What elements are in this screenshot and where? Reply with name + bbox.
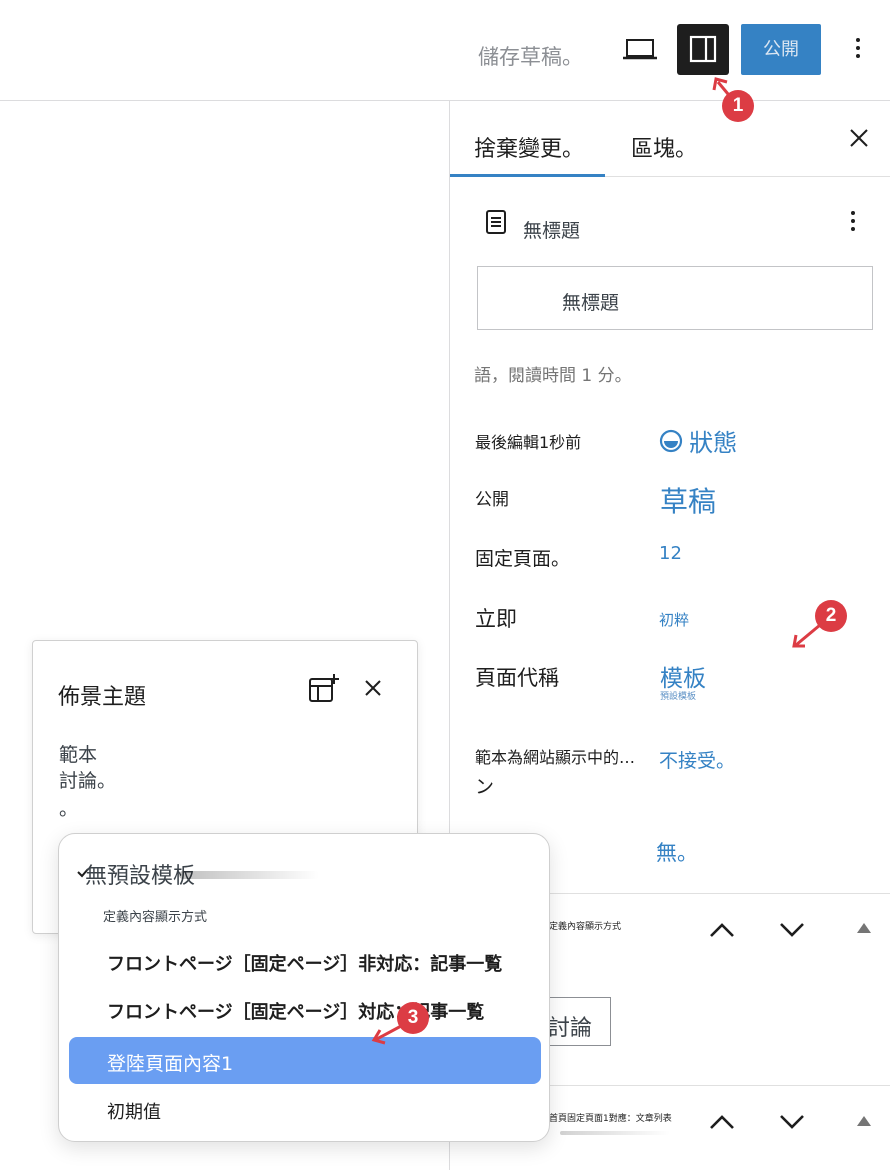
annotation-arrows	[371, 77, 821, 1045]
annotation-badge-1: 1	[722, 90, 754, 122]
annotation-badge-2: 2	[815, 600, 847, 632]
annotation-badge-3: 3	[397, 1002, 429, 1034]
